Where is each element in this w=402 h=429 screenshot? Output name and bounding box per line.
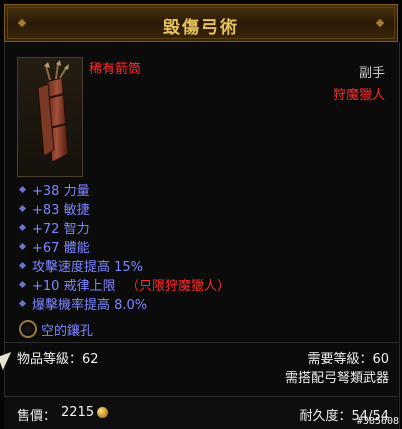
item-slot: 副手 bbox=[358, 66, 385, 81]
gold-coin-icon bbox=[97, 407, 108, 418]
item-level: 物品等級：62 bbox=[17, 352, 99, 367]
sell-price-label: 售價： bbox=[17, 409, 57, 424]
sell-price-value: 2215 bbox=[61, 405, 95, 420]
stat-line: +72 智力 bbox=[32, 222, 90, 237]
stat-line: +10 戒律上限 bbox=[32, 279, 116, 294]
watermark: #385608 bbox=[356, 416, 399, 427]
stat-line: 攻擊速度提高 15% bbox=[32, 260, 144, 275]
socket-label: 空的鑲孔 bbox=[41, 324, 94, 339]
item-rarity-type: 稀有箭筒 bbox=[89, 62, 142, 77]
stat-restriction-note: （只限狩魔獵人） bbox=[126, 279, 231, 294]
class-restriction: 狩魔獵人 bbox=[332, 88, 385, 103]
quiver-icon bbox=[17, 57, 83, 177]
stat-line: +38 力量 bbox=[32, 184, 90, 199]
item-title: 毀傷弓術 bbox=[163, 18, 239, 38]
divider bbox=[4, 342, 398, 343]
empty-socket-icon bbox=[19, 320, 37, 338]
stat-line: 爆擊機率提高 8.0% bbox=[32, 298, 148, 313]
required-level: 需要等級：60 bbox=[307, 352, 389, 367]
stat-line: +83 敏捷 bbox=[32, 203, 90, 218]
item-tooltip: 毀傷弓術 稀有箭筒 副手 狩魔獵人 +38 力量 +83 敏捷 +72 智力 +… bbox=[0, 0, 402, 429]
tooltip-header: 毀傷弓術 bbox=[4, 4, 398, 42]
weapon-requirement: 需搭配弓弩類武器 bbox=[284, 371, 389, 386]
stat-line: +67 體能 bbox=[32, 241, 90, 256]
